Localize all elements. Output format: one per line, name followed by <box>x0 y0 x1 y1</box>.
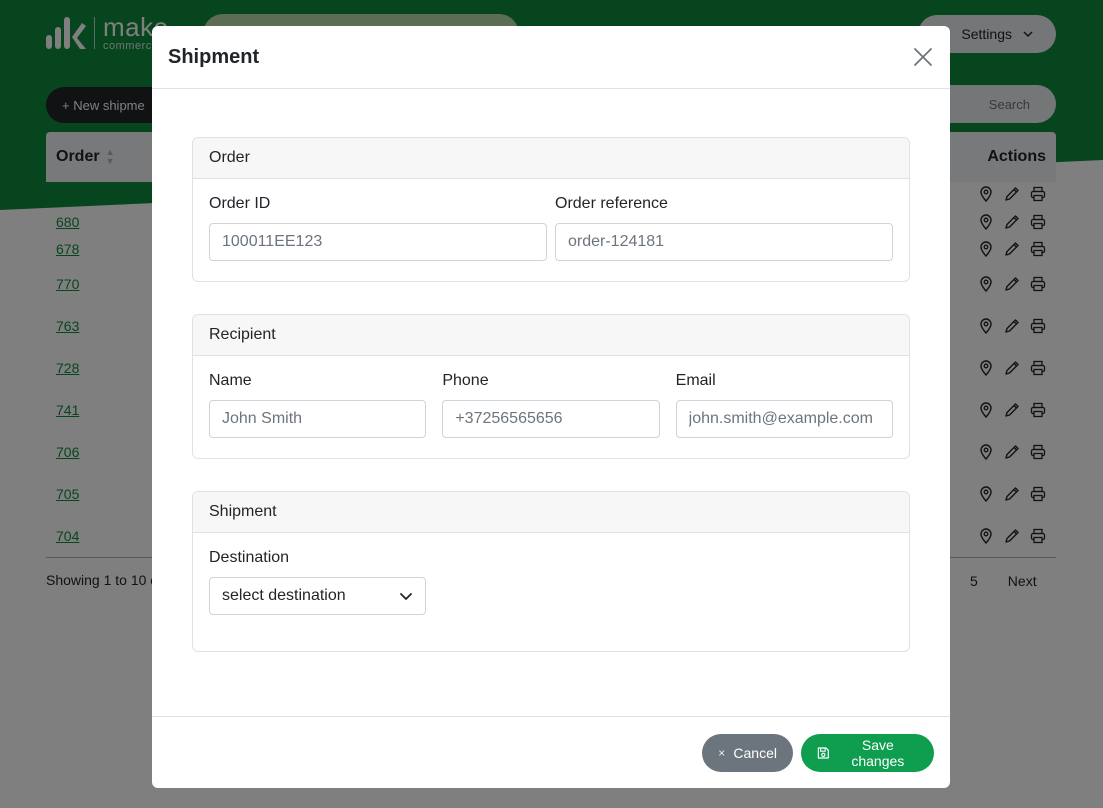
destination-field: Destination select destination <box>209 549 426 615</box>
modal-header: Shipment <box>152 26 950 89</box>
order-id-input[interactable] <box>209 223 547 261</box>
modal-footer: Cancel Save changes <box>152 716 950 788</box>
name-field: Name <box>209 372 427 438</box>
destination-label: Destination <box>209 549 290 566</box>
x-icon <box>719 749 725 756</box>
cancel-label: Cancel <box>733 744 777 761</box>
order-reference-field: Order reference <box>555 195 893 261</box>
recipient-card-title: Recipient <box>193 315 909 356</box>
close-icon <box>914 48 932 66</box>
order-id-label: Order ID <box>209 195 271 212</box>
cancel-button[interactable]: Cancel <box>702 733 793 772</box>
modal-title: Shipment <box>168 45 260 68</box>
close-button[interactable] <box>910 44 936 70</box>
order-id-field: Order ID <box>209 195 547 261</box>
shipment-modal: Shipment Order Order ID Order reference … <box>152 26 950 788</box>
email-label: Email <box>675 372 716 389</box>
destination-select[interactable]: select destination <box>209 577 426 615</box>
recipient-card: Recipient Name Phone Email <box>192 314 910 459</box>
phone-field: Phone <box>442 372 660 438</box>
order-reference-input[interactable] <box>555 223 893 261</box>
email-field: Email <box>675 372 893 438</box>
name-input[interactable] <box>209 400 427 438</box>
phone-input[interactable] <box>442 400 660 438</box>
save-changes-button[interactable]: Save changes <box>801 733 934 772</box>
name-label: Name <box>209 372 252 389</box>
save-changes-label: Save changes <box>851 736 905 769</box>
order-card-title: Order <box>193 138 909 179</box>
phone-label: Phone <box>442 372 489 389</box>
floppy-disk-icon <box>817 746 829 759</box>
shipment-card-title: Shipment <box>193 492 909 533</box>
email-input[interactable] <box>675 400 893 438</box>
order-reference-label: Order reference <box>555 195 668 212</box>
shipment-card: Shipment Destination select destination <box>192 491 910 652</box>
chevron-down-icon <box>400 593 412 600</box>
destination-selected-value: select destination <box>222 587 346 604</box>
order-card: Order Order ID Order reference <box>192 137 910 282</box>
